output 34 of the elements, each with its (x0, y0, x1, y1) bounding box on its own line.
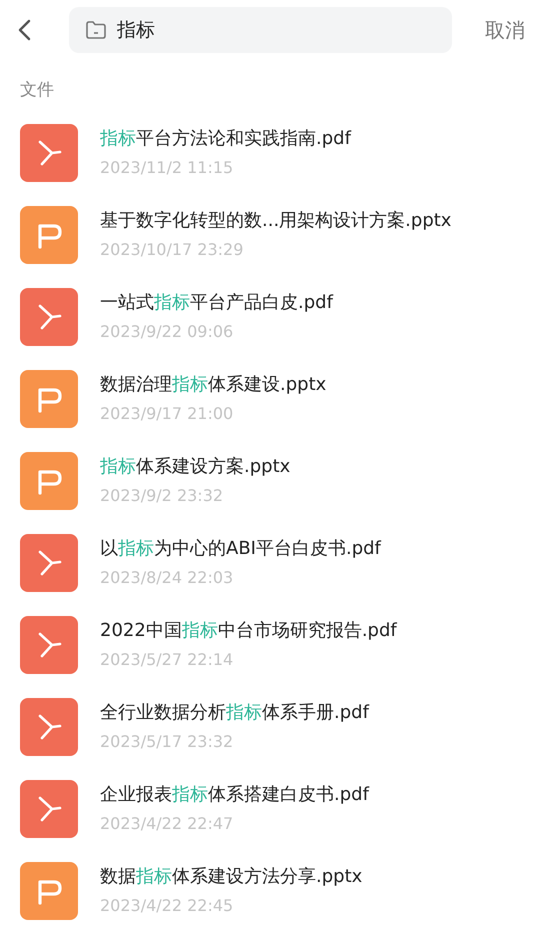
file-date: 2023/4/22 22:45 (100, 894, 234, 916)
file-name[interactable]: 指标平台方法论和实践指南.pdf (100, 126, 351, 150)
file-date: 2023/4/22 22:47 (100, 812, 234, 834)
file-pptx-icon (20, 452, 78, 510)
cancel-button[interactable]: 取消 (485, 15, 525, 45)
file-date: 2023/5/17 23:32 (100, 730, 234, 752)
file-date: 2023/9/17 21:00 (100, 402, 234, 424)
file-name[interactable]: 企业报表指标体系搭建白皮书.pdf (100, 782, 369, 806)
file-name[interactable]: 全行业数据分析指标体系手册.pdf (100, 700, 369, 724)
file-pdf-icon (20, 288, 78, 346)
file-date: 2023/10/17 23:29 (100, 238, 244, 260)
file-name[interactable]: 2022中国指标中台市场研究报告.pdf (100, 618, 397, 642)
file-name[interactable]: 数据指标体系建设方法分享.pptx (100, 864, 362, 888)
file-pdf-icon (20, 616, 78, 674)
file-name[interactable]: 指标体系建设方案.pptx (100, 454, 290, 478)
file-date: 2023/9/2 23:32 (100, 484, 224, 506)
file-pdf-icon (20, 698, 78, 756)
file-date: 2023/11/2 11:15 (100, 156, 234, 178)
file-pptx-icon (20, 206, 78, 264)
file-name[interactable]: 一站式指标平台产品白皮.pdf (100, 290, 333, 314)
file-date: 2023/8/24 22:03 (100, 566, 234, 588)
file-date: 2023/9/22 09:06 (100, 320, 234, 342)
section-label: 文件 (19, 79, 54, 102)
file-name[interactable]: 以指标为中心的ABI平台白皮书.pdf (100, 536, 381, 560)
search-field[interactable]: 指标 (69, 7, 452, 53)
file-pptx-icon (20, 370, 78, 428)
file-pdf-icon (20, 780, 78, 838)
folder-icon (85, 20, 107, 40)
file-date: 2023/5/27 22:14 (100, 648, 234, 670)
file-name[interactable]: 基于数字化转型的数...用架构设计方案.pptx (100, 208, 452, 232)
file-name[interactable]: 数据治理指标体系建设.pptx (100, 372, 326, 396)
file-pptx-icon (20, 862, 78, 920)
file-pdf-icon (20, 124, 78, 182)
file-pdf-icon (20, 534, 78, 592)
